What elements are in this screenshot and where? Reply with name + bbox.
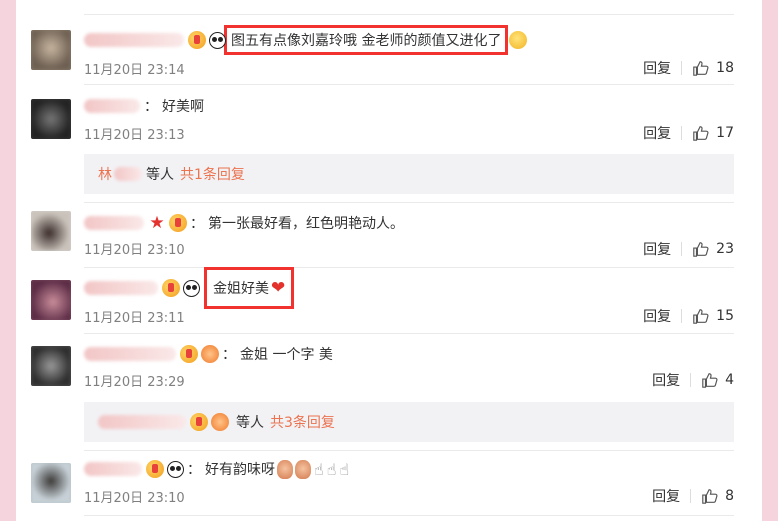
point-emoji-icon: ☝ [314, 459, 324, 479]
reply-button[interactable]: 回复 [652, 370, 680, 390]
timestamp: 11月20日 23:11 [84, 310, 185, 326]
vip-badge-icon [188, 31, 206, 49]
avatar[interactable] [31, 30, 71, 70]
hand-emoji-icon [295, 459, 311, 479]
sub-reply-username[interactable] [98, 415, 186, 429]
comment-text: 好美啊 [162, 99, 204, 115]
timestamp: 11月20日 23:29 [84, 374, 185, 390]
colon: ： [144, 99, 158, 115]
sub-reply-etc: 等人 [236, 415, 264, 431]
comment-text: 图五有点像刘嘉玲哦 金老师的颜值又进化了 [231, 33, 502, 49]
comment-divider [84, 333, 734, 334]
panda-icon [183, 279, 200, 297]
username[interactable] [84, 462, 142, 476]
vip-badge-icon [169, 214, 187, 232]
sub-replies-bar[interactable]: 林 等人 共1条回复 [84, 154, 734, 194]
star-icon: ★ [149, 213, 165, 233]
username[interactable] [84, 99, 140, 113]
vip-badge-icon [162, 279, 180, 297]
avatar[interactable] [31, 99, 71, 139]
panda-icon [167, 460, 184, 478]
action-divider [681, 61, 683, 75]
comment-text: 金姐 一个字 美 [240, 347, 333, 363]
orange-badge-icon [211, 413, 229, 431]
username[interactable] [84, 33, 184, 47]
action-divider [681, 126, 683, 140]
comment-divider [84, 267, 734, 268]
thumbs-up-icon[interactable] [701, 371, 719, 389]
action-divider [690, 489, 692, 503]
timestamp: 11月20日 23:13 [84, 127, 185, 143]
reply-button[interactable]: 回复 [643, 239, 671, 259]
vip-badge-icon [190, 413, 208, 431]
timestamp: 11月20日 23:10 [84, 490, 185, 506]
point-emoji-icon: ☝ [326, 459, 337, 479]
sub-reply-username [114, 167, 142, 181]
like-count: 8 [725, 488, 734, 504]
hand-emoji-icon [277, 459, 293, 479]
avatar[interactable] [31, 346, 71, 386]
username[interactable] [84, 347, 176, 361]
vip-badge-icon [180, 345, 198, 363]
heart-icon: ❤ [271, 278, 286, 298]
comment-divider [84, 202, 734, 203]
comment-text: 金姐好美 [213, 281, 269, 297]
avatar[interactable] [31, 211, 71, 251]
username[interactable] [84, 281, 158, 295]
reply-button[interactable]: 回复 [652, 486, 680, 506]
vip-badge-icon [146, 460, 164, 478]
panda-icon [209, 31, 226, 49]
action-divider [690, 373, 692, 387]
sub-replies-bar[interactable]: 等人 共3条回复 [84, 402, 734, 442]
like-count: 23 [716, 241, 734, 257]
avatar[interactable] [31, 280, 71, 320]
comment-divider [84, 515, 734, 516]
thumbs-up-icon[interactable] [692, 59, 710, 77]
thumbs-up-icon[interactable] [701, 487, 719, 505]
username[interactable] [84, 216, 144, 230]
thumbs-up-icon[interactable] [692, 124, 710, 142]
colon: ： [222, 347, 236, 363]
colon: ： [187, 462, 201, 478]
colon: ： [190, 216, 204, 232]
like-count: 18 [716, 60, 734, 76]
comment-divider [84, 450, 734, 451]
like-count: 15 [716, 308, 734, 324]
sub-reply-etc: 等人 [146, 167, 174, 183]
top-divider [84, 14, 734, 15]
grin-emoji-icon [509, 31, 528, 49]
comment-text: 第一张最好看，红色明艳动人。 [208, 216, 404, 232]
avatar[interactable] [31, 463, 71, 503]
orange-badge-icon [201, 345, 219, 363]
sub-reply-count[interactable]: 共3条回复 [270, 412, 335, 432]
sub-reply-count[interactable]: 共1条回复 [180, 164, 245, 184]
action-divider [681, 242, 683, 256]
action-divider [681, 309, 683, 323]
timestamp: 11月20日 23:10 [84, 242, 185, 258]
thumbs-up-icon[interactable] [692, 240, 710, 258]
highlighted-comment: 图五有点像刘嘉玲哦 金老师的颜值又进化了 [223, 25, 509, 55]
reply-button[interactable]: 回复 [643, 306, 671, 326]
reply-button[interactable]: 回复 [643, 123, 671, 143]
timestamp: 11月20日 23:14 [84, 62, 185, 78]
like-count: 17 [716, 125, 734, 141]
like-count: 4 [725, 372, 734, 388]
highlighted-comment: 金姐好美 ❤ [203, 267, 295, 309]
comment-panel: 图五有点像刘嘉玲哦 金老师的颜值又进化了 11月20日 23:14 回复 18 … [16, 0, 762, 521]
comment-divider [84, 84, 734, 85]
reply-button[interactable]: 回复 [643, 58, 671, 78]
point-emoji-icon: ☝ [339, 459, 350, 479]
thumbs-up-icon[interactable] [692, 307, 710, 325]
comment-text: 好有韵味呀 [205, 462, 275, 478]
sub-reply-name[interactable]: 林 [98, 164, 112, 184]
